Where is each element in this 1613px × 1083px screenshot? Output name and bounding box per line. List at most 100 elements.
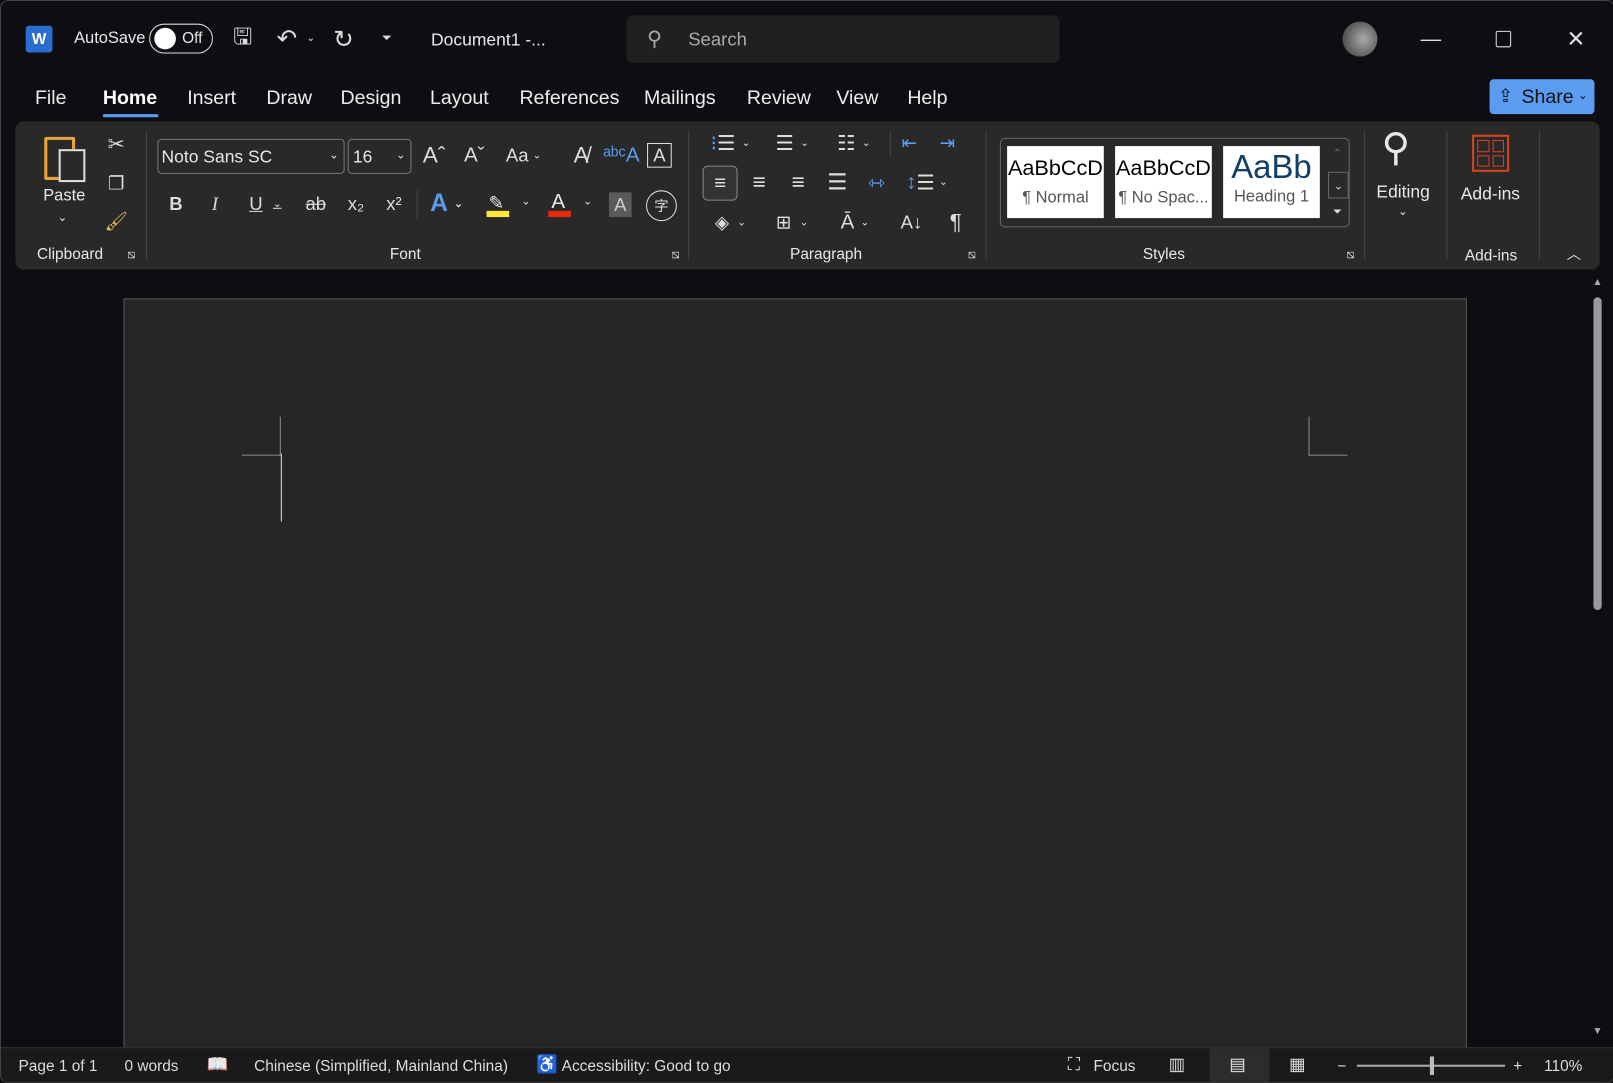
bold-button[interactable]: B — [164, 190, 189, 217]
tab-help[interactable]: Help — [907, 87, 947, 110]
align-center-icon[interactable]: ≡ — [745, 168, 774, 197]
character-border-icon[interactable]: A — [647, 142, 672, 168]
editing-button[interactable]: ⚲ Editing ⌄ — [1375, 124, 1433, 227]
clipboard-launcher-icon[interactable]: ⧅ — [128, 247, 136, 262]
highlight-color-button[interactable]: ✎ ⌄ — [485, 192, 536, 219]
tab-layout[interactable]: Layout — [430, 87, 489, 110]
tab-file[interactable]: File — [35, 87, 67, 110]
align-right-icon[interactable]: ≡ — [784, 168, 813, 197]
autosave-state: Off — [182, 29, 203, 48]
collapse-ribbon-icon[interactable]: ︿ — [1563, 244, 1586, 265]
font-size-select[interactable]: 16 ⌄ — [347, 138, 412, 174]
zoom-slider-thumb[interactable] — [1429, 1056, 1435, 1075]
undo-icon[interactable]: ↶ — [273, 24, 302, 53]
phonetic-guide-icon[interactable]: ᵃᵇᶜA — [603, 141, 639, 170]
shrink-font-icon[interactable]: Aˇ — [460, 141, 489, 170]
tab-design[interactable]: Design — [340, 87, 401, 110]
autosave-toggle[interactable]: Off — [149, 23, 213, 54]
word-count[interactable]: 0 words — [124, 1058, 178, 1075]
zoom-in-icon[interactable]: + — [1513, 1058, 1522, 1075]
redo-icon[interactable]: ↻ — [328, 24, 359, 55]
minimize-icon[interactable]: — — [1412, 24, 1449, 55]
strikethrough-button[interactable]: ab — [300, 190, 331, 217]
save-icon[interactable]: 🖫 — [229, 24, 256, 53]
focus-button[interactable]: Focus — [1094, 1058, 1136, 1075]
style-normal[interactable]: AaBbCcD ¶ Normal — [1007, 146, 1104, 219]
document-page[interactable] — [123, 298, 1467, 1062]
tab-draw[interactable]: Draw — [266, 87, 312, 110]
font-name-select[interactable]: Noto Sans SC ⌄ — [157, 138, 345, 174]
zoom-level[interactable]: 110% — [1544, 1058, 1582, 1075]
distributed-icon[interactable]: ⇿ — [862, 168, 891, 197]
web-layout-icon[interactable]: ▦ — [1289, 1054, 1306, 1075]
tab-mailings[interactable]: Mailings — [644, 87, 716, 110]
styles-scroll-up-icon[interactable]: ⌃ — [1328, 141, 1347, 166]
margin-mark — [1308, 416, 1310, 456]
paste-label[interactable]: Paste — [43, 187, 85, 206]
character-shading-icon[interactable]: A — [608, 192, 632, 218]
share-label: Share — [1521, 86, 1574, 109]
styles-launcher-icon[interactable]: ⧅ — [1347, 247, 1355, 262]
vertical-scrollbar[interactable]: ▲ ▼ — [1590, 277, 1604, 1044]
tab-references[interactable]: References — [519, 87, 619, 110]
clear-formatting-icon[interactable]: A̸ — [567, 141, 596, 170]
font-color-button[interactable]: A ⌄ — [546, 190, 597, 219]
sort-icon[interactable]: A↓ — [896, 207, 927, 238]
print-layout-button[interactable]: ▤ — [1209, 1048, 1270, 1083]
change-case-button[interactable]: Aa ⌄ — [501, 141, 546, 170]
asian-layout-icon[interactable]: Ā ⌄ — [830, 207, 879, 238]
tab-home[interactable]: Home — [103, 87, 157, 110]
language-status[interactable]: Chinese (Simplified, Mainland China) — [254, 1058, 508, 1075]
styles-more-icon[interactable]: ⏷ — [1328, 201, 1347, 224]
copy-icon[interactable]: ❐ — [104, 170, 129, 197]
underline-button[interactable]: U ⌄ — [241, 190, 290, 217]
accessibility-status[interactable]: Accessibility: Good to go — [562, 1058, 731, 1075]
tab-view[interactable]: View — [836, 87, 878, 110]
bullets-icon[interactable]: ⁝ ☰ ⌄ — [705, 129, 756, 158]
multilevel-list-icon[interactable]: ☷ ⌄ — [828, 129, 879, 158]
shading-icon[interactable]: ◈ ⌄ — [705, 207, 756, 238]
tab-insert[interactable]: Insert — [187, 87, 236, 110]
scrollbar-thumb[interactable] — [1593, 297, 1602, 611]
align-left-icon[interactable]: ≡ — [702, 165, 738, 201]
style-name: ¶ No Spac... — [1118, 189, 1209, 207]
page-count[interactable]: Page 1 of 1 — [19, 1058, 98, 1075]
avatar[interactable] — [1342, 21, 1378, 57]
font-launcher-icon[interactable]: ⧅ — [672, 247, 680, 262]
scroll-up-icon[interactable]: ▲ — [1592, 277, 1602, 288]
maximize-icon[interactable] — [1495, 30, 1512, 48]
show-formatting-marks-icon[interactable]: ¶ — [942, 207, 969, 238]
superscript-button[interactable]: x² — [381, 190, 408, 217]
subscript-button[interactable]: x₂ — [343, 190, 370, 217]
format-painter-icon[interactable]: 🖌 — [104, 208, 129, 235]
grow-font-icon[interactable]: Aˆ — [420, 141, 449, 170]
zoom-out-icon[interactable]: − — [1337, 1058, 1346, 1075]
close-icon[interactable]: ✕ — [1561, 24, 1592, 55]
justify-icon[interactable]: ☰ — [823, 168, 852, 197]
style-no-spacing[interactable]: AaBbCcD ¶ No Spac... — [1115, 146, 1212, 219]
read-mode-icon[interactable]: ▥ — [1169, 1054, 1186, 1075]
proofing-icon[interactable]: 📖 — [207, 1054, 229, 1075]
paragraph-launcher-icon[interactable]: ⧅ — [968, 247, 976, 262]
numbering-icon[interactable]: ☰ ⌄ — [766, 129, 817, 158]
search-box[interactable]: ⚲ Search — [626, 15, 1060, 63]
text-effects-icon[interactable]: A ⌄ — [423, 188, 470, 219]
borders-icon[interactable]: ⊞ ⌄ — [766, 207, 817, 238]
line-spacing-icon[interactable]: ↕ ☰ ⌄ — [902, 168, 951, 197]
enclose-characters-icon[interactable]: 字 — [646, 190, 677, 222]
add-ins-button[interactable]: Add-ins — [1456, 131, 1530, 213]
styles-scroll-down-icon[interactable]: ⌄ — [1328, 171, 1349, 199]
increase-indent-icon[interactable]: ⇥ — [934, 129, 961, 158]
share-button[interactable]: ⇪ Share ⌄ — [1489, 79, 1595, 115]
paste-dropdown-icon[interactable]: ⌄ — [58, 211, 67, 224]
undo-dropdown-icon[interactable]: ⌄ — [303, 28, 317, 49]
italic-button[interactable]: I — [203, 190, 228, 217]
scroll-down-icon[interactable]: ▼ — [1592, 1026, 1602, 1037]
tab-review[interactable]: Review — [747, 87, 811, 110]
style-heading-1[interactable]: AaBb Heading 1 — [1223, 146, 1320, 219]
customize-qat-icon[interactable]: ⏷ — [378, 28, 397, 49]
decrease-indent-icon[interactable]: ⇤ — [896, 129, 923, 158]
word-logo-icon: W — [25, 25, 53, 53]
paste-icon[interactable] — [42, 131, 87, 183]
cut-icon[interactable]: ✂ — [104, 131, 129, 158]
